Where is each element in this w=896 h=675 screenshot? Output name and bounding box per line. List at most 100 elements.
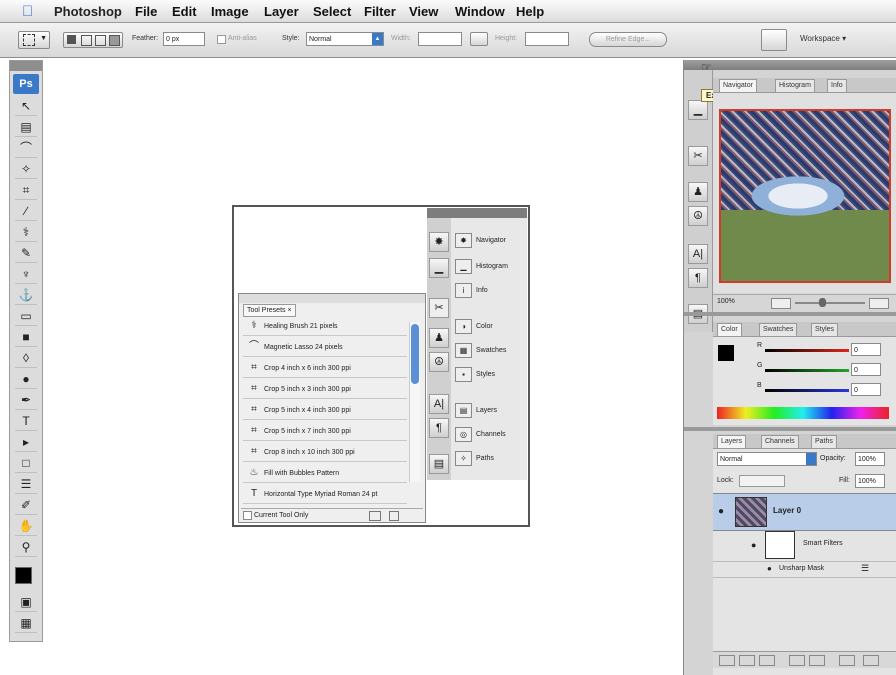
group-icon[interactable]	[809, 655, 825, 666]
new-selection-icon[interactable]	[67, 35, 76, 44]
panel-row-color[interactable]: ◑ Color	[452, 316, 526, 338]
tab-navigator[interactable]: Navigator	[719, 79, 757, 92]
preset-row[interactable]: ⌗ Crop 4 inch x 6 inch 300 ppi	[243, 358, 407, 378]
lock-buttons[interactable]	[739, 475, 785, 487]
healing-brush-icon[interactable]: ⚕	[15, 223, 37, 242]
menu-view[interactable]: View	[409, 4, 438, 19]
apple-icon[interactable]: 	[22, 3, 33, 20]
blur-tool-icon[interactable]: ◊	[15, 349, 37, 368]
blue-slider[interactable]	[765, 389, 849, 392]
selection-mode-buttons[interactable]	[63, 32, 123, 48]
lasso-tool-icon[interactable]: ⌒	[15, 139, 37, 158]
filter-options-icon[interactable]: ☰	[861, 563, 869, 574]
green-slider[interactable]	[765, 369, 849, 372]
dock-character-icon[interactable]: A|	[688, 244, 708, 264]
marquee-tool-icon[interactable]: ▤	[15, 118, 37, 137]
mask-icon[interactable]	[759, 655, 775, 666]
menu-edit[interactable]: Edit	[172, 4, 197, 19]
feather-input[interactable]: 0 px	[163, 32, 205, 46]
tab-paths[interactable]: Paths	[811, 435, 837, 448]
ps-logo[interactable]: Ps	[13, 74, 39, 94]
history-brush-icon[interactable]: ⚓	[15, 286, 37, 305]
zoom-in-icon[interactable]	[869, 298, 889, 309]
swap-dimensions-icon[interactable]	[470, 32, 488, 46]
red-input[interactable]: 0	[851, 343, 881, 356]
tab-layers[interactable]: Layers	[717, 435, 747, 448]
panel-row-navigator[interactable]: ✸ Navigator	[452, 230, 526, 252]
panel-row-swatches[interactable]: ▦ Swatches	[452, 340, 526, 362]
panel-row-histogram[interactable]: ▁ Histogram	[452, 256, 526, 278]
crop-tool-icon[interactable]: ⌗	[15, 181, 37, 200]
eyedropper-icon[interactable]: ✐	[15, 496, 37, 515]
tool-presets-grip[interactable]	[239, 294, 425, 303]
tab-channels[interactable]: Channels	[761, 435, 799, 448]
brush-tool-icon[interactable]: ✎	[15, 244, 37, 263]
tool-preset-picker[interactable]: ▼	[18, 31, 50, 49]
shape-tool-icon[interactable]: □	[15, 454, 37, 473]
foreground-color-swatch[interactable]	[15, 567, 32, 584]
menu-image[interactable]: Image	[211, 4, 249, 19]
quick-mask-icon[interactable]: ▣	[15, 593, 37, 612]
red-slider[interactable]	[765, 349, 849, 352]
type-tool-icon[interactable]: T	[15, 412, 37, 431]
screen-mode-icon[interactable]: ▦	[15, 614, 37, 633]
dock-histogram-icon[interactable]: ▁	[688, 100, 708, 120]
dodge-tool-icon[interactable]: ●	[15, 370, 37, 389]
brushes-icon[interactable]: ☮	[429, 352, 449, 372]
current-tool-only-checkbox[interactable]	[243, 510, 252, 520]
foreground-color[interactable]	[718, 345, 734, 361]
trash-icon[interactable]	[389, 511, 399, 521]
filter-row[interactable]: ● Unsharp Mask ☰	[713, 561, 896, 578]
zoom-slider[interactable]	[795, 302, 865, 304]
height-input[interactable]	[525, 32, 569, 46]
fx-icon[interactable]	[739, 655, 755, 666]
presets-scrollbar[interactable]	[409, 322, 420, 482]
menu-file[interactable]: File	[135, 4, 157, 19]
stamp-tool-icon[interactable]: ♆	[15, 265, 37, 284]
preset-row[interactable]: ⌗ Crop 5 inch x 4 inch 300 ppi	[243, 400, 407, 420]
add-selection-icon[interactable]	[81, 35, 92, 46]
path-select-icon[interactable]: ▸	[15, 433, 37, 452]
dock-paragraph-icon[interactable]: ¶	[688, 268, 708, 288]
preset-row[interactable]: ♨ Fill with Bubbles Pattern	[243, 463, 407, 483]
character-icon[interactable]: A|	[429, 394, 449, 414]
preset-row[interactable]: ⌗ Crop 5 inch x 3 inch 300 ppi	[243, 379, 407, 399]
opacity-input[interactable]: 100%	[855, 452, 885, 466]
preset-row[interactable]: T Horizontal Type Myriad Roman 24 pt	[243, 484, 407, 504]
blend-mode-select[interactable]: Normal	[717, 452, 817, 466]
eye-icon[interactable]: ●	[767, 564, 772, 573]
tab-color[interactable]: Color	[717, 323, 742, 336]
panel-row-styles[interactable]: ▪ Styles	[452, 364, 526, 386]
adjustment-icon[interactable]	[789, 655, 805, 666]
blue-input[interactable]: 0	[851, 383, 881, 396]
link-layers-icon[interactable]	[719, 655, 735, 666]
tools-panel-grip[interactable]	[10, 61, 42, 71]
magic-wand-icon[interactable]: ✧	[15, 160, 37, 179]
navigator-thumbnail[interactable]	[719, 109, 891, 283]
tab-styles[interactable]: Styles	[811, 323, 839, 336]
app-menu[interactable]: Photoshop	[54, 4, 122, 19]
intersect-selection-icon[interactable]	[109, 35, 120, 46]
menu-layer[interactable]: Layer	[264, 4, 299, 19]
dock-tool-presets-icon[interactable]: ✂	[688, 146, 708, 166]
new-layer-icon[interactable]	[839, 655, 855, 666]
panel-row-info[interactable]: i Info	[452, 280, 526, 302]
slice-tool-icon[interactable]: ∕	[15, 202, 37, 221]
eraser-icon[interactable]: ▭	[15, 307, 37, 326]
zoom-value[interactable]: 100%	[717, 298, 735, 305]
width-input[interactable]	[418, 32, 462, 46]
zoom-slider-thumb[interactable]	[819, 298, 826, 307]
antialias-checkbox[interactable]	[217, 35, 226, 44]
dock-clone-source-icon[interactable]: ♟	[688, 182, 708, 202]
histogram-icon[interactable]: ▁	[429, 258, 449, 278]
actions-icon[interactable]: ▤	[429, 454, 449, 474]
tab-swatches[interactable]: Swatches	[759, 323, 798, 336]
eye-icon[interactable]: ●	[751, 540, 756, 550]
notes-tool-icon[interactable]: ☰	[15, 475, 37, 494]
pen-tool-icon[interactable]: ✒	[15, 391, 37, 410]
layer-name[interactable]: Layer 0	[773, 506, 801, 515]
file-browser-icon[interactable]	[761, 29, 787, 51]
eye-icon[interactable]: ●	[718, 506, 724, 517]
green-input[interactable]: 0	[851, 363, 881, 376]
tab-histogram[interactable]: Histogram	[775, 79, 815, 92]
